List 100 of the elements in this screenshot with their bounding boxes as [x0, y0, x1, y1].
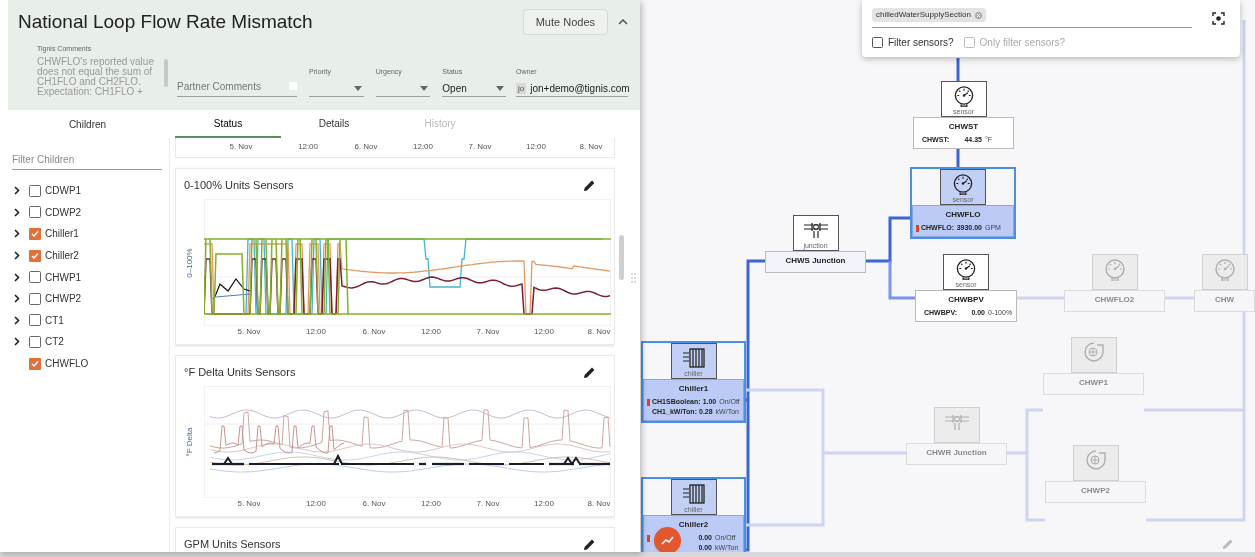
tab[interactable]: Status — [175, 110, 281, 138]
column-heading: Children — [67, 117, 108, 132]
tab[interactable]: Details — [281, 110, 387, 138]
chevron-right-icon[interactable] — [14, 251, 20, 261]
axis-tick-label: 12:00 — [306, 326, 326, 338]
axis-tick-label: 5. Nov — [237, 326, 261, 338]
axis-tick-label: 7. Nov — [476, 498, 500, 510]
caret-icon — [496, 85, 504, 91]
avatar: jo — [516, 82, 527, 94]
chevron-right-icon[interactable] — [14, 186, 20, 196]
chevron-right-icon[interactable] — [14, 337, 20, 347]
axis-tick-label: 8. Nov — [587, 326, 611, 338]
sensor-icon — [951, 173, 975, 196]
axis-tick-label: 12:00 — [298, 141, 318, 153]
pump-icon — [1083, 449, 1108, 471]
axis-tick-label: 6. Nov — [354, 141, 378, 153]
tree-item-label[interactable]: Chiller1 — [45, 226, 79, 242]
tree-item-label[interactable]: CHWP2 — [45, 291, 82, 307]
checkbox[interactable] — [29, 249, 41, 262]
trend-line-icon — [661, 536, 674, 545]
tab: History — [387, 110, 493, 138]
checkbox[interactable] — [29, 184, 41, 197]
caret-icon — [353, 85, 362, 91]
axis-tick-label: 12:00 — [421, 326, 441, 338]
select-field[interactable]: Open — [442, 80, 506, 97]
mute-nodes-button[interactable]: Mute Nodes — [522, 9, 608, 35]
pump-icon — [1081, 341, 1106, 363]
axis-tick-label: 5. Nov — [229, 141, 253, 153]
focus-icon[interactable] — [1212, 11, 1225, 25]
sensor-icon — [954, 258, 978, 281]
tree-item-label[interactable]: CT1 — [45, 312, 64, 328]
node-name: CHW — [1213, 294, 1236, 306]
checkbox[interactable] — [29, 271, 41, 284]
checkbox[interactable] — [29, 206, 41, 219]
chevron-right-icon[interactable] — [14, 294, 20, 304]
sensor-icon — [1102, 258, 1127, 282]
sensor-icon — [1212, 258, 1237, 282]
filter-input-field[interactable]: chilledWaterSupplySection — [872, 8, 1192, 28]
tree-item-label[interactable]: CDWP2 — [45, 204, 82, 220]
scrollbar[interactable] — [619, 235, 624, 280]
node-name: CHWFLO2 — [1093, 294, 1136, 306]
chevron-right-icon[interactable] — [14, 229, 20, 239]
node-name: CHWBPV — [947, 294, 985, 306]
checkbox-label: Only filter sensors? — [979, 36, 1066, 50]
axis-tick-label: 12:00 — [306, 498, 326, 510]
checkbox-label[interactable]: Filter sensors? — [888, 35, 954, 50]
edit-icon[interactable] — [583, 365, 596, 379]
axis-tick-label: 7. Nov — [476, 326, 500, 338]
pipe — [956, 58, 960, 81]
pipe — [1017, 296, 1064, 300]
partner-comments-field[interactable]: Partner Comments — [177, 76, 298, 97]
checkbox[interactable] — [29, 335, 41, 348]
chevron-right-icon[interactable] — [14, 272, 20, 282]
node-name: CHWP1 — [1078, 377, 1109, 389]
chevron-up-icon[interactable] — [618, 19, 628, 25]
tree-item-label[interactable]: CT2 — [45, 334, 64, 350]
pipe — [956, 147, 960, 168]
pipe — [1165, 296, 1194, 300]
checkbox[interactable] — [29, 314, 41, 327]
axis-label: 0–100% — [184, 247, 195, 278]
filter-chip[interactable]: chilledWaterSupplySection — [872, 8, 986, 22]
tree-item-label[interactable]: CHWP1 — [45, 269, 82, 285]
chiller-icon — [681, 347, 706, 369]
chiller-icon — [681, 483, 706, 505]
edit-icon[interactable] — [583, 178, 596, 192]
chevron-right-icon[interactable] — [14, 207, 20, 217]
axis-tick-label: 7. Nov — [468, 141, 492, 153]
axis-tick-label: 12:00 — [534, 498, 554, 510]
scrollbar[interactable] — [164, 58, 168, 87]
axis-tick-label: 12:00 — [421, 498, 441, 510]
tree-item-label[interactable]: CDWP1 — [45, 183, 82, 199]
node-name: CHWST — [947, 121, 980, 133]
tree-item-label[interactable]: CHWFLO — [45, 356, 89, 372]
filter-children-field[interactable]: Filter Children — [12, 150, 162, 170]
axis-tick-label: 12:00 — [526, 141, 546, 153]
checkbox[interactable] — [872, 37, 883, 48]
axis-tick-label: 12:00 — [413, 141, 433, 153]
node-name: CHWR Junction — [925, 447, 988, 459]
checkbox[interactable] — [29, 228, 41, 240]
node-name: CHWP2 — [1080, 485, 1111, 497]
alert-title: National Loop Flow Rate Mismatch — [18, 9, 314, 34]
axis-tick-label: 5. Nov — [237, 498, 261, 510]
axis-tick-label: 8. Nov — [587, 498, 611, 510]
caret-icon — [420, 85, 429, 91]
card-title: GPM Units Sensors — [184, 536, 281, 552]
checkbox[interactable] — [29, 292, 41, 305]
axis-label: °F Delta — [184, 427, 195, 457]
owner-field[interactable]: jo jon+demo@tignis.com — [516, 80, 628, 97]
node-name: CHWFLO — [944, 209, 982, 221]
tree-item-label[interactable]: Chiller2 — [45, 248, 79, 264]
axis-tick-label: 6. Nov — [362, 326, 386, 338]
drag-handle-icon[interactable] — [631, 273, 636, 283]
node-name: Chiller1 — [677, 383, 710, 395]
node-name: Chiller2 — [677, 519, 710, 531]
card-title: 0-100% Units Sensors — [184, 177, 294, 193]
card-title: °F Delta Units Sensors — [184, 364, 296, 380]
checkbox[interactable] — [29, 357, 41, 370]
edit-icon[interactable] — [583, 537, 596, 551]
chevron-right-icon[interactable] — [14, 315, 20, 325]
node-name: CHWS Junction — [784, 255, 847, 267]
